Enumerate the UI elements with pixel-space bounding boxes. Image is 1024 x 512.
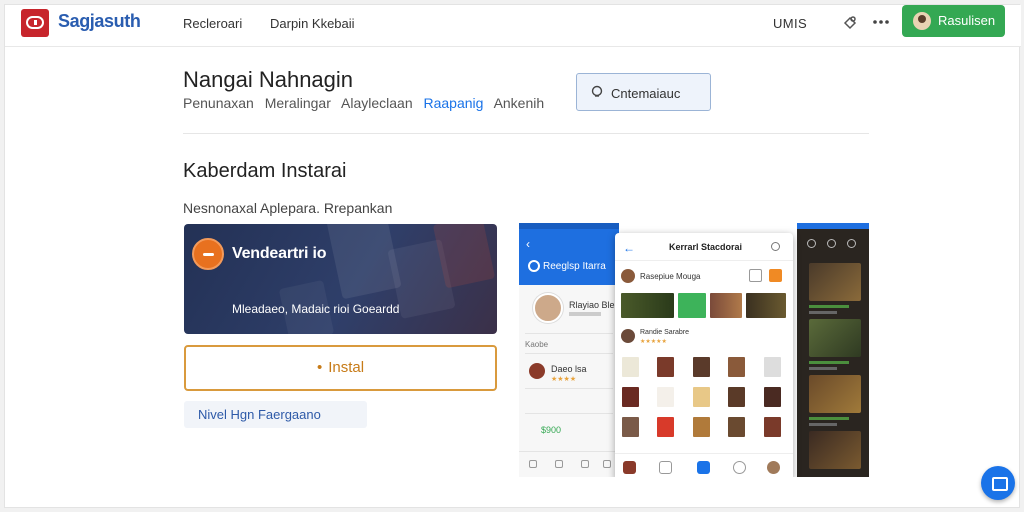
install-button[interactable]: • Instal (184, 345, 497, 391)
bottom-nav (519, 451, 619, 477)
page-title: Nangai Nahnagin (183, 67, 354, 92)
top-bar: Sagjasuth Recleroari Darpin Kkebaii UMIS… (5, 5, 1021, 47)
item-rating: ★★★★ (551, 376, 577, 383)
breadcrumb-item[interactable]: Meralingar (265, 95, 331, 111)
account-button-label: Rasulisen (938, 13, 996, 28)
account-button[interactable]: Rasulisen (902, 5, 1005, 37)
refresh-icon (528, 260, 540, 272)
video-caption: Mleadaeo, Madaic rioi Goeardd (232, 302, 400, 316)
back-arrow-icon: ‹ (526, 237, 530, 251)
brand-name[interactable]: Sagjasuth (58, 11, 141, 32)
screen-subtitle: Reeglsp Itarra (543, 261, 606, 272)
install-button-label: Instal (328, 359, 365, 376)
avatar (913, 12, 931, 30)
section-title: Kaberdam Instarai (183, 160, 347, 182)
breadcrumb-item[interactable]: Alayleclaan (341, 95, 413, 111)
units-link[interactable]: UMIS (773, 16, 807, 31)
availability-note: Nivel Hgn Faergaano (184, 401, 367, 428)
breadcrumb-item[interactable]: Ankenih (494, 95, 545, 111)
breadcrumb: Penunaxan Meralingar Alayleclaan Raapani… (183, 95, 551, 111)
item-title: Daeo lsa (551, 364, 587, 374)
app-frame: Sagjasuth Recleroari Darpin Kkebaii UMIS… (4, 4, 1021, 508)
close-icon (771, 242, 780, 251)
profile-name: Rlayiao Ble (569, 300, 615, 310)
price-label: $900 (541, 425, 562, 435)
nav-item-2[interactable]: Darpin Kkebaii (270, 16, 355, 31)
chat-fab-button[interactable] (981, 466, 1015, 500)
row-rating: ★★★★★ (640, 339, 667, 345)
play-icon[interactable] (192, 238, 224, 270)
divider (183, 133, 869, 134)
breadcrumb-item[interactable]: Penunaxan (183, 95, 254, 111)
bookmark-icon (591, 85, 603, 97)
video-preview[interactable]: Vendeartri io Mleadaeo, Madaic rioi Goea… (184, 224, 497, 334)
logo-icon[interactable] (21, 9, 49, 37)
screen-title: Kerrarl Stacdorai (669, 242, 743, 252)
bottom-nav (615, 453, 793, 477)
row-title: Randie Sarabre (640, 329, 690, 336)
screenshot-left[interactable]: ‹ Reeglsp Itarra Rlayiao Ble Kaobe Daeo … (519, 223, 619, 477)
more-options-icon[interactable] (870, 11, 892, 33)
wishlist-button[interactable]: Cntemaiauc (576, 73, 711, 111)
section-subtitle: Nesnonaxal Aplepara. Rrepankan (183, 200, 393, 216)
bullet-icon: • (316, 359, 323, 376)
profile-avatar (533, 293, 563, 323)
screenshot-center[interactable]: ← Kerrarl Stacdorai Rasepiue Mouga Randi… (615, 233, 793, 477)
section-tag: Kaobe (525, 340, 549, 349)
item-avatar (529, 363, 545, 379)
nav-item-1[interactable]: Recleroari (183, 16, 242, 31)
row-title: Rasepiue Mouga (640, 272, 701, 281)
share-icon[interactable] (839, 11, 861, 33)
screenshot-gallery[interactable]: ‹ Reeglsp Itarra Rlayiao Ble Kaobe Daeo … (519, 223, 869, 477)
video-title: Vendeartri io (232, 245, 327, 262)
screenshot-right[interactable] (797, 223, 869, 477)
row-avatar (621, 269, 635, 283)
row-avatar (621, 329, 635, 343)
back-arrow-icon: ← (623, 241, 635, 255)
wishlist-button-label: Cntemaiauc (611, 86, 681, 101)
breadcrumb-link[interactable]: Raapanig (424, 95, 484, 111)
